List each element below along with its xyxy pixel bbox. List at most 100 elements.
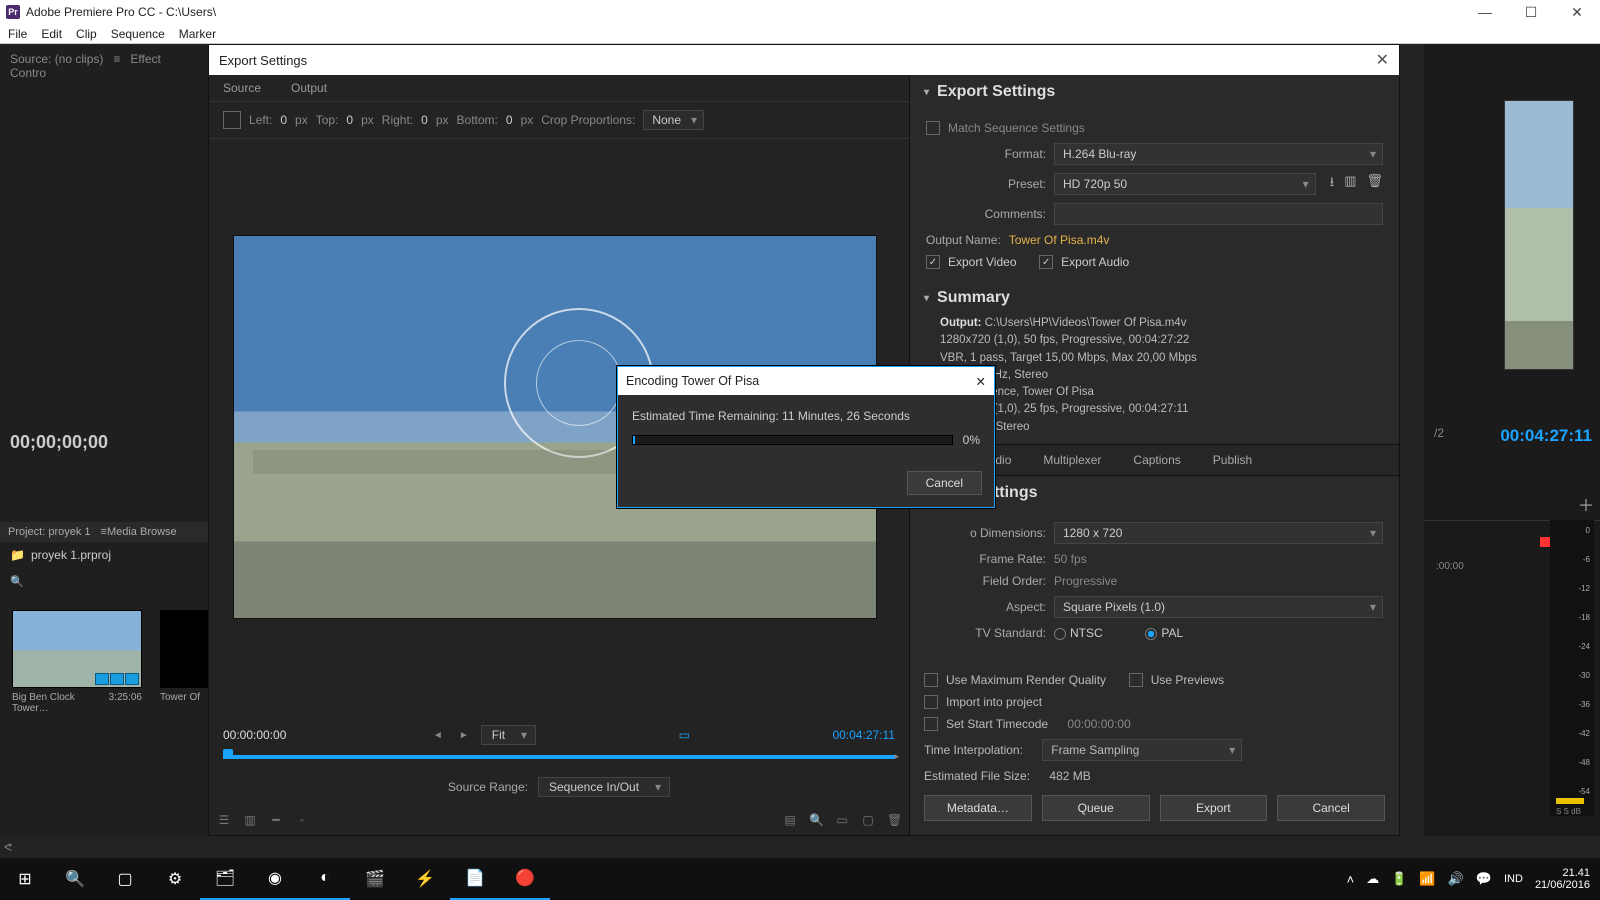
delete-preset-icon[interactable]: 🗑 (1366, 173, 1383, 195)
zoom-fraction: /2 (1434, 426, 1444, 440)
ntsc-radio[interactable] (1054, 628, 1066, 640)
start-timecode-checkbox[interactable] (924, 717, 938, 731)
aspect-select[interactable]: Square Pixels (1.0) (1054, 596, 1383, 618)
close-icon[interactable]: ✕ (1554, 4, 1600, 21)
menu-marker[interactable]: Marker (179, 27, 216, 41)
tab-source[interactable]: Source (223, 81, 261, 95)
tray-chevron-icon[interactable]: ˄ (1347, 872, 1355, 887)
tick-label: :00:00 (1436, 561, 1464, 572)
ime-indicator[interactable]: IND (1504, 873, 1523, 885)
source-range-select[interactable]: Sequence In/Out (538, 777, 670, 797)
app-titlebar: Pr Adobe Premiere Pro CC - C:\Users\ — ☐… (0, 0, 1600, 24)
match-sequence-checkbox[interactable] (926, 121, 940, 135)
time-interpolation-select[interactable]: Frame Sampling (1042, 739, 1242, 761)
add-button-icon[interactable]: ＋ (1578, 492, 1594, 516)
wifi-icon[interactable]: 📶 (1419, 871, 1435, 887)
import-preset-icon[interactable]: ▥ (1344, 173, 1356, 195)
export-button[interactable]: Export (1160, 795, 1268, 821)
slider-icon[interactable]: ━ (269, 813, 283, 827)
save-preset-icon[interactable]: ⭳ (1330, 173, 1335, 195)
action-center-icon[interactable]: 💬 (1476, 871, 1492, 887)
section-summary[interactable]: Summary (910, 281, 1399, 315)
daum-icon[interactable]: ◐ (300, 858, 350, 900)
winamp-icon[interactable]: ⚡ (400, 858, 450, 900)
tab-captions[interactable]: Captions (1117, 445, 1196, 475)
dimensions-select[interactable]: 1280 x 720 (1054, 522, 1383, 544)
encoding-progress-modal: Encoding Tower Of Pisa ✕ Estimated Time … (617, 366, 995, 508)
crop-proportions-select[interactable]: None (643, 110, 704, 130)
taskview-icon[interactable]: ▢ (100, 858, 150, 900)
tab-project[interactable]: Project: proyek 1 (8, 526, 91, 538)
dialog-title: Export Settings (219, 53, 307, 68)
menu-edit[interactable]: Edit (41, 27, 62, 41)
new-bin-icon[interactable]: ▤ (783, 813, 797, 827)
record-icon[interactable]: 🔴 (500, 858, 550, 900)
clock[interactable]: 21.41 21/06/2016 (1535, 867, 1590, 891)
preview-timecode-left: 00:00:00:00 (223, 728, 286, 742)
output-name-link[interactable]: Tower Of Pisa.m4v (1009, 233, 1110, 247)
preset-select[interactable]: HD 720p 50 (1054, 173, 1316, 195)
source-panel: Source: (no clips) ≡ Effect Contro 00;00… (0, 44, 208, 836)
source-range-label: Source Range: (448, 780, 528, 794)
use-previews-checkbox[interactable] (1129, 673, 1143, 687)
cancel-button[interactable]: Cancel (1277, 795, 1385, 821)
queue-button[interactable]: Queue (1042, 795, 1150, 821)
export-video-checkbox[interactable] (926, 255, 940, 269)
preview-scrubber[interactable]: ▸ (223, 749, 895, 765)
start-icon[interactable]: ⊞ (0, 858, 50, 900)
menu-sequence[interactable]: Sequence (111, 27, 165, 41)
project-file: proyek 1.prproj (31, 548, 111, 562)
premiere-icon[interactable]: 🎬 (350, 858, 400, 900)
section-export-settings[interactable]: Export Settings (910, 75, 1399, 109)
project-clip[interactable]: Big Ben Clock Tower…3:25:06 (12, 610, 142, 714)
taskbar[interactable]: ⊞ 🔍 ▢ ⚙ 🗂 ◉ ◐ 🎬 ⚡ 📄 🔴 ˄ ☁ 🔋 📶 🔊 💬 IND 21… (0, 858, 1600, 900)
app-icon: Pr (6, 5, 20, 19)
onedrive-icon[interactable]: ☁ (1366, 871, 1379, 887)
volume-icon[interactable]: 🔊 (1448, 871, 1464, 887)
max-render-quality-checkbox[interactable] (924, 673, 938, 687)
progress-percent: 0% (963, 433, 980, 447)
minimize-icon[interactable]: — (1462, 4, 1508, 20)
audio-meter: 0 -6 -12 -18 -24 -30 -36 -42 -48 -54 S S… (1550, 520, 1594, 816)
settings-icon[interactable]: ⚙ (150, 858, 200, 900)
explorer-icon[interactable]: 🗂 (200, 858, 250, 900)
source-tab[interactable]: Source: (no clips) (10, 52, 103, 66)
notepad-icon[interactable]: 📄 (450, 858, 500, 900)
next-frame-icon[interactable]: ► (455, 730, 473, 741)
in-out-icon[interactable]: ▭ (679, 728, 690, 742)
trash-icon[interactable]: 🗑 (887, 813, 901, 827)
clip-name: Tower Of (160, 692, 200, 703)
tab-output[interactable]: Output (291, 81, 327, 95)
tab-multiplexer[interactable]: Multiplexer (1027, 445, 1117, 475)
encoding-cancel-button[interactable]: Cancel (907, 471, 982, 495)
tab-media-browser[interactable]: Media Browse (107, 526, 177, 538)
search-icon[interactable] (10, 574, 24, 588)
modal-close-icon[interactable]: ✕ (976, 374, 986, 389)
format-select[interactable]: H.264 Blu-ray (1054, 143, 1383, 165)
prev-frame-icon[interactable]: ◄ (429, 730, 447, 741)
tab-publish[interactable]: Publish (1197, 445, 1268, 475)
import-project-checkbox[interactable] (924, 695, 938, 709)
battery-icon[interactable]: 🔋 (1391, 871, 1407, 887)
thumb-view-icon[interactable]: ▥ (243, 813, 257, 827)
meter-footer: S S dB (1556, 807, 1581, 816)
comments-input[interactable] (1054, 203, 1383, 225)
maximize-icon[interactable]: ☐ (1508, 4, 1554, 21)
search-icon[interactable]: 🔍 (809, 813, 823, 827)
list-view-icon[interactable]: ☰ (217, 813, 231, 827)
progress-bar (632, 435, 953, 445)
encoding-eta: Estimated Time Remaining: 11 Minutes, 26… (632, 409, 980, 423)
zoom-fit-select[interactable]: Fit (481, 725, 536, 745)
new-item-icon[interactable]: ▢ (861, 813, 875, 827)
menu-clip[interactable]: Clip (76, 27, 97, 41)
search-icon[interactable]: 🔍 (50, 858, 100, 900)
metadata-button[interactable]: Metadata… (924, 795, 1032, 821)
menu-bar[interactable]: File Edit Clip Sequence Marker (0, 24, 1600, 44)
crop-icon[interactable] (223, 111, 241, 129)
menu-file[interactable]: File (8, 27, 27, 41)
export-audio-checkbox[interactable] (1039, 255, 1053, 269)
folder-icon[interactable]: ▭ (835, 813, 849, 827)
chrome-icon[interactable]: ◉ (250, 858, 300, 900)
pal-radio[interactable] (1145, 628, 1157, 640)
dialog-close-icon[interactable]: ✕ (1376, 50, 1389, 70)
